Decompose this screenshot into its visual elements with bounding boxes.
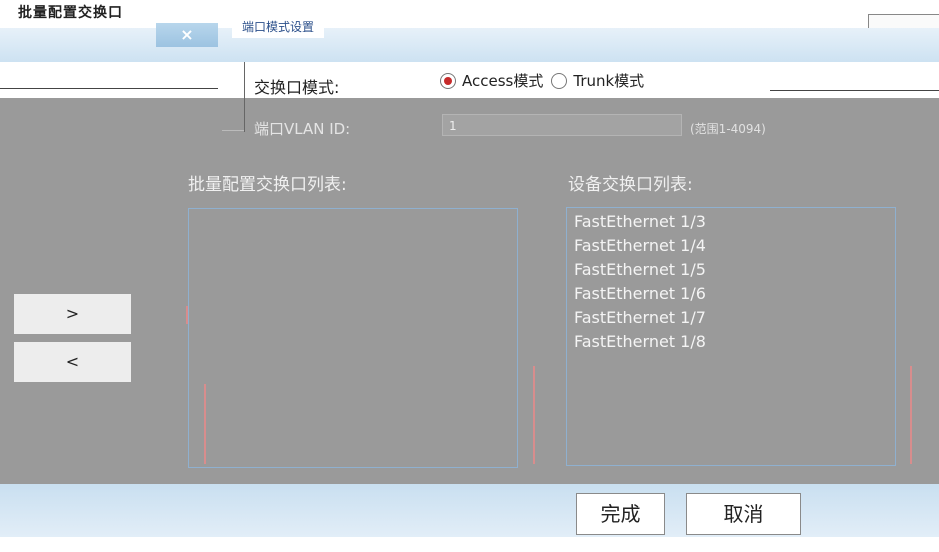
mode-label: 交换口模式:	[254, 78, 340, 97]
frame-line	[244, 62, 245, 132]
done-button[interactable]: 完成	[576, 493, 665, 535]
close-button[interactable]: ×	[156, 23, 218, 47]
device-port-list[interactable]: FastEthernet 1/3 FastEthernet 1/4 FastEt…	[566, 207, 896, 466]
batch-port-list[interactable]	[188, 208, 518, 468]
trunk-mode-radio[interactable]	[551, 72, 568, 89]
device-port-list-heading: 设备交换口列表:	[568, 175, 693, 195]
divider-line	[770, 90, 939, 91]
footer-bottom-strip	[0, 537, 939, 552]
divider-line	[0, 88, 218, 89]
list-item[interactable]: FastEthernet 1/4	[574, 234, 895, 258]
inner-dialog-tab: 端口模式设置	[232, 18, 325, 38]
frame-line	[222, 130, 244, 131]
artifact-mark	[910, 366, 912, 464]
artifact-mark	[204, 384, 206, 464]
list-item[interactable]: FastEthernet 1/5	[574, 258, 895, 282]
vlan-range-hint: (范围1-4094)	[690, 122, 766, 136]
add-to-batch-button[interactable]: >	[14, 294, 131, 334]
list-item[interactable]: FastEthernet 1/7	[574, 306, 895, 330]
artifact-mark	[533, 366, 535, 464]
header-band	[0, 28, 939, 62]
trunk-mode-label[interactable]: Trunk模式	[573, 70, 644, 91]
vlan-label: 端口VLAN ID:	[254, 120, 351, 138]
dialog-title: 批量配置交换口	[18, 5, 123, 21]
remove-from-batch-button[interactable]: <	[14, 342, 131, 382]
access-mode-label[interactable]: Access模式	[462, 70, 543, 91]
mode-radio-group: Access模式 Trunk模式	[440, 70, 644, 91]
list-item[interactable]: FastEthernet 1/3	[574, 210, 895, 234]
cancel-button[interactable]: 取消	[686, 493, 801, 535]
access-mode-radio[interactable]	[440, 72, 456, 89]
batch-port-list-heading: 批量配置交换口列表:	[188, 175, 347, 195]
artifact-mark	[186, 306, 188, 324]
list-item[interactable]: FastEthernet 1/6	[574, 282, 895, 306]
list-item[interactable]: FastEthernet 1/8	[574, 330, 895, 354]
dialog-title-bar: 批量配置交换口	[0, 0, 939, 31]
vlan-id-input[interactable]: 1	[442, 114, 682, 136]
